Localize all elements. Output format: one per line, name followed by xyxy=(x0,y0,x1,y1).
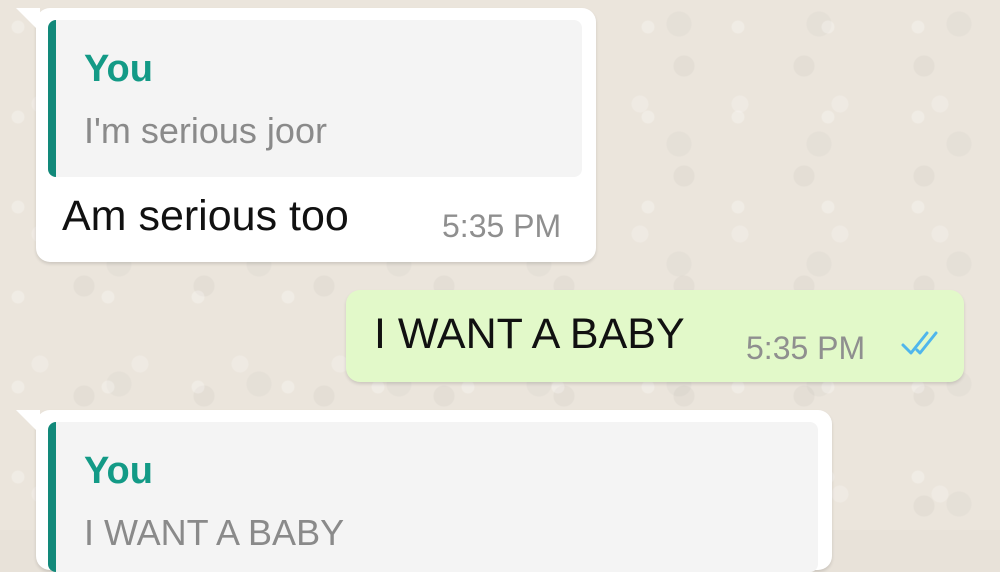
quoted-message[interactable]: You I WANT A BABY xyxy=(48,422,818,572)
quoted-message[interactable]: You I'm serious joor xyxy=(48,20,582,177)
message-timestamp: 5:35 PM xyxy=(442,208,562,244)
quote-accent-bar xyxy=(48,422,56,572)
bubble-tail xyxy=(16,8,40,32)
quote-accent-bar xyxy=(48,20,56,177)
incoming-message-bubble[interactable]: You I'm serious joor Am serious too 5:35… xyxy=(16,8,596,262)
quote-author: You xyxy=(84,48,153,90)
quote-author: You xyxy=(84,450,153,492)
incoming-message-bubble[interactable]: You I WANT A BABY xyxy=(16,410,832,572)
quote-text: I WANT A BABY xyxy=(84,512,345,553)
bubble-tail xyxy=(16,410,40,434)
double-check-icon xyxy=(901,331,938,355)
message-timestamp: 5:35 PM xyxy=(746,330,866,366)
message-text: Am serious too xyxy=(62,192,349,240)
outgoing-message-bubble[interactable]: I WANT A BABY 5:35 PM xyxy=(346,290,964,382)
quote-text: I'm serious joor xyxy=(84,110,327,151)
message-text: I WANT A BABY xyxy=(374,310,685,358)
